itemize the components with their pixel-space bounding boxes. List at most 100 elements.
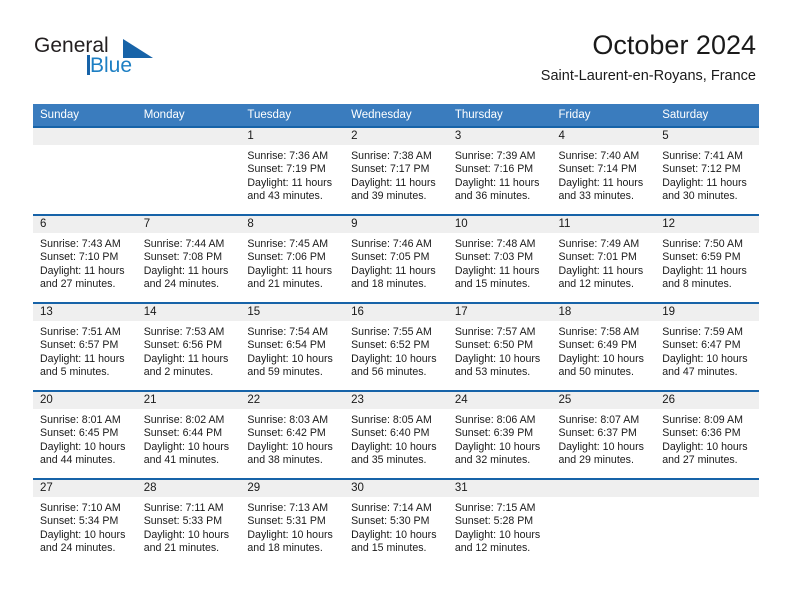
sunrise-time: Sunrise: 7:38 AM — [351, 150, 432, 162]
calendar-grid: Sunday Monday Tuesday Wednesday Thursday… — [33, 104, 759, 562]
daylight-duration-line2: and 44 minutes. — [40, 454, 116, 467]
calendar-day-cell[interactable]: 3 Sunrise: 7:39 AM Sunset: 7:16 PM Daylight… — [447, 126, 552, 215]
day-number: 23 — [344, 392, 448, 409]
daylight-duration-line2: and 33 minutes. — [558, 190, 634, 203]
day-details: Sunrise: 8:02 AM Sunset: 6:44 PM Daylight:… — [137, 409, 241, 468]
calendar-body: 1 Sunrise: 7:36 AM Sunset: 7:19 PM Daylight… — [33, 126, 759, 562]
calendar-day-cell[interactable]: 11 Sunrise: 7:49 AM Sunset: 7:01 PM Dayligh… — [551, 214, 656, 303]
sunrise-time: Sunrise: 8:07 AM — [558, 414, 640, 426]
sunrise-time: Sunrise: 7:36 AM — [247, 150, 329, 162]
sunrise-time: Sunrise: 7:10 AM — [40, 502, 121, 514]
calendar-day-cell-empty — [33, 126, 137, 215]
day-number: 29 — [240, 480, 345, 497]
sunrise-time: Sunrise: 7:53 AM — [143, 326, 225, 338]
calendar-day-cell[interactable]: 18 Sunrise: 7:58 AM Sunset: 6:49 PM Dayligh… — [551, 302, 656, 391]
day-number: 9 — [344, 216, 448, 233]
calendar-day-cell[interactable]: 23 Sunrise: 8:05 AM Sunset: 6:40 PM Dayligh… — [344, 390, 448, 479]
calendar-day-cell[interactable]: 31 Sunrise: 7:15 AM Sunset: 5:28 PM Dayligh… — [447, 478, 552, 562]
sunrise-time: Sunrise: 8:09 AM — [662, 414, 743, 426]
calendar-day-cell[interactable]: 13 Sunrise: 7:51 AM Sunset: 6:57 PM Dayligh… — [33, 302, 137, 391]
calendar-day-cell[interactable]: 9 Sunrise: 7:46 AM Sunset: 7:05 PM Daylight… — [344, 214, 448, 303]
daylight-duration-line1: Daylight: 11 hours — [454, 264, 540, 277]
sunset-time: Sunset: 7:08 PM — [143, 251, 223, 264]
sunrise-time: Sunrise: 7:43 AM — [40, 238, 121, 250]
day-details: Sunrise: 7:38 AM Sunset: 7:17 PM Daylight:… — [344, 145, 448, 204]
calendar-day-cell[interactable]: 4 Sunrise: 7:40 AM Sunset: 7:14 PM Daylight… — [551, 126, 656, 215]
day-details: Sunrise: 7:48 AM Sunset: 7:03 PM Daylight:… — [448, 233, 552, 292]
calendar-week-row: 27 Sunrise: 7:10 AM Sunset: 5:34 PM Dayligh… — [33, 478, 759, 562]
weekday-header-tuesday: Tuesday — [240, 104, 345, 127]
daylight-duration-line2: and 8 minutes. — [662, 278, 732, 291]
sunrise-time: Sunrise: 7:44 AM — [143, 238, 225, 250]
daylight-duration-line1: Daylight: 10 hours — [662, 352, 748, 365]
daylight-duration-line2: and 21 minutes. — [143, 542, 220, 555]
calendar-day-cell[interactable]: 10 Sunrise: 7:48 AM Sunset: 7:03 PM Dayligh… — [447, 214, 552, 303]
daylight-duration-line1: Daylight: 11 hours — [558, 264, 644, 277]
location-subtitle: Saint-Laurent-en-Royans, France — [540, 68, 756, 84]
sunset-time: Sunset: 7:05 PM — [351, 251, 430, 264]
daylight-duration-line1: Daylight: 11 hours — [558, 176, 644, 189]
calendar-day-cell[interactable]: 17 Sunrise: 7:57 AM Sunset: 6:50 PM Dayligh… — [447, 302, 552, 391]
day-details: Sunrise: 7:59 AM Sunset: 6:47 PM Daylight:… — [655, 321, 759, 380]
calendar-day-cell[interactable]: 5 Sunrise: 7:41 AM Sunset: 7:12 PM Daylight… — [655, 126, 759, 215]
daylight-duration-line1: Daylight: 11 hours — [143, 264, 229, 277]
calendar-day-cell[interactable]: 21 Sunrise: 8:02 AM Sunset: 6:44 PM Dayligh… — [136, 390, 241, 479]
day-number: 22 — [240, 392, 345, 409]
day-number — [655, 480, 759, 497]
day-number: 21 — [136, 392, 241, 409]
day-details: Sunrise: 8:07 AM Sunset: 6:37 PM Daylight:… — [552, 409, 656, 468]
calendar-day-cell[interactable]: 30 Sunrise: 7:14 AM Sunset: 5:30 PM Dayligh… — [344, 478, 448, 562]
calendar-day-cell[interactable]: 1 Sunrise: 7:36 AM Sunset: 7:19 PM Daylight… — [240, 126, 345, 215]
daylight-duration-line1: Daylight: 11 hours — [662, 264, 747, 277]
calendar-day-cell[interactable]: 16 Sunrise: 7:55 AM Sunset: 6:52 PM Dayligh… — [344, 302, 448, 391]
daylight-duration-line1: Daylight: 10 hours — [247, 440, 333, 453]
calendar-day-cell[interactable]: 8 Sunrise: 7:45 AM Sunset: 7:06 PM Daylight… — [240, 214, 345, 303]
day-details: Sunrise: 7:51 AM Sunset: 6:57 PM Daylight:… — [33, 321, 137, 380]
daylight-duration-line2: and 41 minutes. — [143, 454, 220, 467]
sunrise-time: Sunrise: 7:54 AM — [247, 326, 329, 338]
daylight-duration-line1: Daylight: 10 hours — [351, 352, 437, 365]
calendar-day-cell[interactable]: 22 Sunrise: 8:03 AM Sunset: 6:42 PM Dayligh… — [240, 390, 345, 479]
calendar-day-cell[interactable]: 15 Sunrise: 7:54 AM Sunset: 6:54 PM Dayligh… — [240, 302, 345, 391]
calendar-day-cell[interactable]: 20 Sunrise: 8:01 AM Sunset: 6:45 PM Dayligh… — [33, 390, 137, 479]
calendar-day-cell[interactable]: 24 Sunrise: 8:06 AM Sunset: 6:39 PM Dayligh… — [447, 390, 552, 479]
daylight-duration-line2: and 27 minutes. — [40, 278, 116, 291]
daylight-duration-line2: and 24 minutes. — [40, 542, 116, 555]
day-details: Sunrise: 7:53 AM Sunset: 6:56 PM Daylight:… — [137, 321, 241, 380]
daylight-duration-line2: and 27 minutes. — [662, 454, 738, 467]
calendar-day-cell[interactable]: 25 Sunrise: 8:07 AM Sunset: 6:37 PM Dayligh… — [551, 390, 656, 479]
calendar-day-cell[interactable]: 26 Sunrise: 8:09 AM Sunset: 6:36 PM Dayligh… — [655, 390, 759, 479]
calendar-day-cell[interactable]: 2 Sunrise: 7:38 AM Sunset: 7:17 PM Daylight… — [344, 126, 448, 215]
calendar-day-cell[interactable]: 12 Sunrise: 7:50 AM Sunset: 6:59 PM Dayligh… — [655, 214, 759, 303]
sunrise-time: Sunrise: 7:50 AM — [662, 238, 743, 250]
day-number: 17 — [447, 304, 552, 321]
page-title: October 2024 — [592, 30, 756, 60]
calendar-day-cell[interactable]: 27 Sunrise: 7:10 AM Sunset: 5:34 PM Dayligh… — [33, 478, 137, 562]
sunrise-time: Sunrise: 8:03 AM — [247, 414, 329, 426]
calendar-day-cell-empty — [655, 478, 759, 562]
daylight-duration-line2: and 5 minutes. — [40, 366, 110, 379]
calendar-day-cell[interactable]: 14 Sunrise: 7:53 AM Sunset: 6:56 PM Dayligh… — [136, 302, 241, 391]
calendar-day-cell[interactable]: 19 Sunrise: 7:59 AM Sunset: 6:47 PM Dayligh… — [655, 302, 759, 391]
calendar-day-cell[interactable]: 6 Sunrise: 7:43 AM Sunset: 7:10 PM Daylight… — [33, 214, 137, 303]
daylight-duration-line1: Daylight: 10 hours — [454, 352, 541, 365]
sunset-time: Sunset: 6:49 PM — [558, 339, 637, 352]
sunrise-time: Sunrise: 7:11 AM — [143, 502, 224, 514]
sunrise-time: Sunrise: 7:49 AM — [558, 238, 640, 250]
weekday-header-thursday: Thursday — [447, 104, 552, 127]
general-blue-logo[interactable]: General Blue — [34, 34, 154, 80]
calendar-day-cell[interactable]: 28 Sunrise: 7:11 AM Sunset: 5:33 PM Dayligh… — [136, 478, 241, 562]
sunset-time: Sunset: 6:59 PM — [662, 251, 741, 264]
day-number: 15 — [240, 304, 345, 321]
calendar-day-cell[interactable]: 29 Sunrise: 7:13 AM Sunset: 5:31 PM Dayligh… — [240, 478, 345, 562]
daylight-duration-line1: Daylight: 11 hours — [247, 176, 333, 189]
day-details: Sunrise: 7:55 AM Sunset: 6:52 PM Daylight:… — [344, 321, 448, 380]
day-details: Sunrise: 7:58 AM Sunset: 6:49 PM Daylight:… — [552, 321, 656, 380]
daylight-duration-line1: Daylight: 11 hours — [351, 176, 436, 189]
day-details: Sunrise: 7:15 AM Sunset: 5:28 PM Daylight:… — [448, 497, 552, 556]
calendar-day-cell[interactable]: 7 Sunrise: 7:44 AM Sunset: 7:08 PM Daylight… — [136, 214, 241, 303]
sunset-time: Sunset: 5:33 PM — [143, 515, 223, 528]
sunset-time: Sunset: 6:44 PM — [143, 427, 223, 440]
daylight-duration-line1: Daylight: 10 hours — [454, 440, 541, 453]
day-number — [33, 128, 137, 145]
